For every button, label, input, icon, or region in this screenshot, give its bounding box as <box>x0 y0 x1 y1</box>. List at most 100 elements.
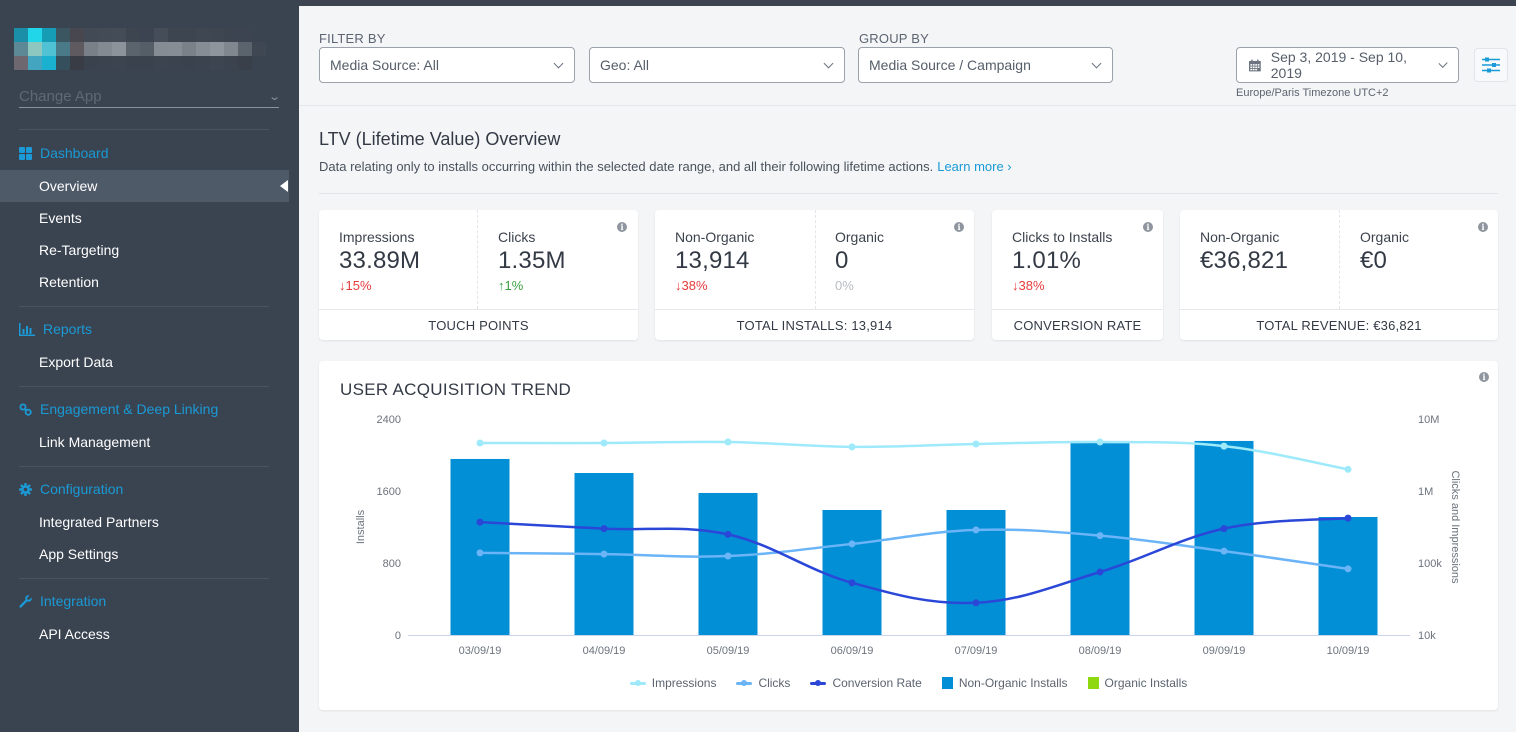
legend-swatch <box>941 677 953 689</box>
filter-bar: FILTER BY Media Source: All Geo: All GRO… <box>299 6 1516 106</box>
point-conversion-rate <box>848 579 856 587</box>
customize-settings-button[interactable] <box>1474 48 1508 82</box>
point-conversion-rate <box>476 518 484 526</box>
organic-revenue-metric: Organic €0 <box>1360 229 1409 275</box>
y-tick-label: 2400 <box>377 414 401 426</box>
sidebar-divider <box>19 466 269 467</box>
metric-label: Clicks <box>498 229 536 245</box>
x-tick-label: 10/09/19 <box>1327 645 1370 657</box>
media-source-select[interactable]: Media Source: All <box>319 47 575 83</box>
legend-swatch <box>1087 677 1099 689</box>
sidebar-section-configuration[interactable]: Configuration <box>19 481 123 497</box>
metric-label: Clicks to Installs <box>1012 229 1113 245</box>
bar-chart-icon <box>19 322 35 336</box>
info-icon[interactable]: i <box>1143 222 1153 232</box>
sidebar-divider <box>19 129 269 130</box>
date-range-picker[interactable]: Sep 3, 2019 - Sep 10, 2019 <box>1236 47 1459 83</box>
sidebar-item-retention[interactable]: Retention <box>0 266 289 298</box>
point-conversion-rate <box>1096 568 1104 576</box>
metric-value: €36,821 <box>1200 247 1289 274</box>
legend-swatch <box>810 679 827 686</box>
info-icon[interactable]: i <box>954 222 964 232</box>
conversion-rate-card: Clicks to Installs 1.01% ↓38% i CONVERSI… <box>992 210 1163 340</box>
point-impressions <box>972 440 980 448</box>
touch-points-card: Impressions 33.89M ↓15% Clicks 1.35M ↑1%… <box>319 210 638 340</box>
point-clicks <box>1220 547 1228 555</box>
legend-label: Clicks <box>758 676 791 690</box>
legend-item-conversion-rate[interactable]: Conversion Rate <box>810 676 922 690</box>
metric-label: Organic <box>1360 229 1410 245</box>
metric-change: ↑1% <box>498 278 524 293</box>
media-source-value: Media Source: All <box>330 57 439 73</box>
group-by-select[interactable]: Media Source / Campaign <box>858 47 1113 83</box>
y-tick-label: 0 <box>395 630 401 642</box>
point-clicks <box>848 540 856 548</box>
sidebar-item-link-management[interactable]: Link Management <box>0 426 289 458</box>
info-icon[interactable]: i <box>1478 222 1488 232</box>
legend-item-organic-installs[interactable]: Organic Installs <box>1087 676 1187 690</box>
geo-select[interactable]: Geo: All <box>589 47 845 83</box>
card-footer: TOTAL REVENUE: €36,821 <box>1180 309 1498 340</box>
sidebar-item-app-settings[interactable]: App Settings <box>0 538 289 570</box>
point-impressions <box>724 438 732 446</box>
calendar-icon <box>1249 59 1261 71</box>
card-footer: TOTAL INSTALLS: 13,914 <box>655 309 974 340</box>
sidebar-item-events[interactable]: Events <box>0 202 289 234</box>
sidebar-item-overview[interactable]: Overview <box>0 170 289 202</box>
card-footer: CONVERSION RATE <box>992 309 1163 340</box>
legend-item-non-organic-installs[interactable]: Non-Organic Installs <box>941 676 1068 690</box>
bar-non-organic-installs <box>698 492 758 635</box>
section-title: Configuration <box>40 481 124 497</box>
change-app-select[interactable]: Change App ⌄ <box>19 86 281 108</box>
chevron-down-icon <box>823 58 834 68</box>
info-icon[interactable]: i <box>617 222 627 232</box>
legend-swatch <box>736 679 753 686</box>
legend-item-clicks[interactable]: Clicks <box>736 676 790 690</box>
card-separator <box>815 210 816 309</box>
metric-label: Impressions <box>339 229 415 245</box>
grid-icon <box>19 146 32 160</box>
sidebar-item-retargeting[interactable]: Re-Targeting <box>0 234 289 266</box>
clicks-to-installs-metric: Clicks to Installs 1.01% ↓38% <box>1012 229 1112 293</box>
point-clicks <box>600 550 608 558</box>
metric-change: ↓38% <box>675 278 708 293</box>
sidebar-item-label: Export Data <box>39 354 113 370</box>
y2-tick-label: 10M <box>1418 414 1439 426</box>
chevron-down-icon <box>553 58 564 68</box>
point-clicks <box>1096 532 1104 540</box>
x-tick-label: 09/09/19 <box>1203 645 1246 657</box>
point-clicks <box>476 549 484 557</box>
metric-label: Non-Organic <box>1200 229 1280 245</box>
sidebar-section-dashboard[interactable]: Dashboard <box>19 145 109 161</box>
sidebar-item-api-access[interactable]: API Access <box>0 618 289 650</box>
x-tick-label: 08/09/19 <box>1079 645 1122 657</box>
user-acquisition-trend-card: USER ACQUISITION TREND i 0 800 1600 2400 10k… <box>319 361 1498 710</box>
change-app-placeholder: Change App <box>19 88 102 105</box>
organic-installs-metric: Organic 0 0% <box>835 229 884 293</box>
metric-value: 13,914 <box>675 247 750 274</box>
legend-label: Conversion Rate <box>832 676 922 690</box>
sidebar-section-reports[interactable]: Reports <box>19 321 92 337</box>
legend-item-impressions[interactable]: Impressions <box>629 676 716 690</box>
sidebar-item-label: Overview <box>39 178 98 194</box>
y-axis-title: Installs <box>355 509 367 544</box>
chevron-down-icon: ⌄ <box>267 91 281 103</box>
overview-description: Data relating only to installs occurring… <box>319 159 1012 174</box>
section-title: Integration <box>40 593 107 609</box>
chart-legend: Impressions Clicks Conversion Rate Non-O… <box>319 676 1498 690</box>
sidebar-item-export-data[interactable]: Export Data <box>0 346 289 378</box>
learn-more-link[interactable]: Learn more › <box>937 159 1011 174</box>
sidebar-item-integrated-partners[interactable]: Integrated Partners <box>0 506 289 538</box>
metric-label: Organic <box>835 229 885 245</box>
non-organic-revenue-metric: Non-Organic €36,821 <box>1200 229 1288 275</box>
active-caret-icon <box>280 180 288 192</box>
sidebar: Change App ⌄ Dashboard Overview Events R… <box>0 0 299 732</box>
point-impressions <box>476 439 484 447</box>
sidebar-section-integration[interactable]: Integration <box>19 593 106 609</box>
sidebar-section-engagement[interactable]: Engagement & Deep Linking <box>19 401 218 417</box>
point-conversion-rate <box>600 525 608 533</box>
point-clicks <box>724 552 732 560</box>
installs-card: Non-Organic 13,914 ↓38% Organic 0 0% i T… <box>655 210 974 340</box>
group-by-value: Media Source / Campaign <box>869 57 1031 73</box>
y2-axis-title: Clicks and Impressions <box>1449 470 1461 584</box>
